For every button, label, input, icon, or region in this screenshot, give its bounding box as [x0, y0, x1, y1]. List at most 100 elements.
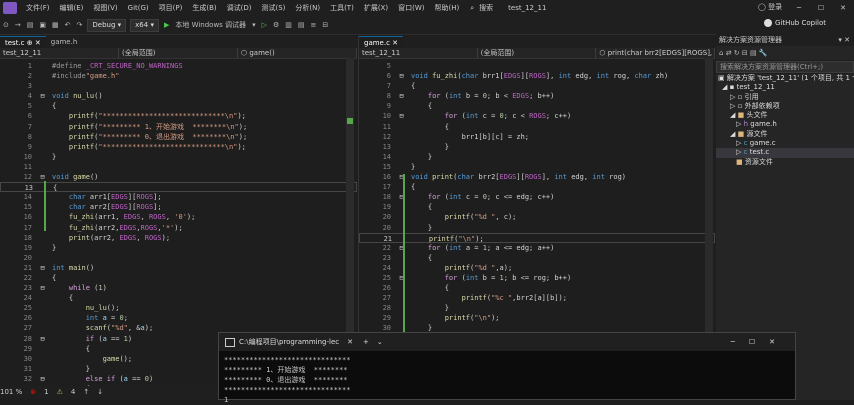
code-line: 26 int a = 0;	[23, 314, 128, 323]
scope-dropdown[interactable]: (全局范围)	[119, 48, 238, 58]
tree-item-source-files[interactable]: ◢ ■ 源文件	[716, 130, 854, 139]
platform-dropdown[interactable]: x64 ▾	[130, 18, 159, 32]
new-file-icon[interactable]: ▤	[24, 21, 37, 29]
config-dropdown[interactable]: Debug ▾	[87, 18, 127, 32]
menu-edit[interactable]: 编辑(E)	[55, 3, 89, 13]
tree-item-project[interactable]: ◢ ▪ test_12_11	[716, 83, 854, 92]
left-vertical-scrollbar[interactable]	[346, 58, 354, 378]
header-file-icon: h	[743, 120, 749, 129]
error-count[interactable]: 1	[44, 388, 48, 396]
nav-up-icon[interactable]: ↑	[83, 388, 89, 396]
save-icon[interactable]: ▣	[36, 21, 49, 29]
console-window-controls[interactable]: ─☐✕	[731, 338, 789, 346]
menu-help[interactable]: 帮助(H)	[429, 3, 464, 13]
code-line: 17 fu_zhi(arr2,EDGS,ROGS,'*');	[23, 223, 183, 232]
undo-icon[interactable]: ↶	[62, 21, 74, 29]
tree-item-external-deps[interactable]: ▷ ▫ 外部依赖项	[716, 102, 854, 111]
toolbar-icon-5[interactable]: ⊟	[319, 21, 331, 29]
zoom-level[interactable]: 101 %	[0, 388, 22, 396]
panel-options-icon[interactable]: ▾ ✕	[838, 34, 850, 46]
warning-count[interactable]: 4	[71, 388, 75, 396]
github-copilot-button[interactable]: GitHub Copilot	[763, 19, 826, 27]
play-icon[interactable]: ▶	[161, 21, 172, 29]
solution-icon: ▣	[718, 74, 725, 82]
search-label[interactable]: 搜索	[474, 3, 498, 13]
tab-label: game.h	[50, 38, 78, 46]
show-all-icon[interactable]: ▤	[750, 49, 757, 57]
tree-item-references[interactable]: ▷ ▫ 引用	[716, 93, 854, 102]
tree-label: 头文件	[746, 111, 768, 120]
home-icon[interactable]: ⌂	[719, 49, 723, 57]
menu-extensions[interactable]: 扩展(X)	[359, 3, 393, 13]
minimize-icon[interactable]: ─	[788, 0, 810, 16]
tree-item-game-c[interactable]: ▷ c game.c	[716, 139, 854, 148]
c-file-icon: c	[743, 139, 748, 148]
menu-test[interactable]: 测试(S)	[256, 3, 290, 13]
pin-icon[interactable]: ⊕	[27, 39, 33, 47]
menu-project[interactable]: 项目(P)	[154, 3, 188, 13]
code-line: 5	[386, 62, 391, 70]
visual-studio-logo-icon	[3, 2, 17, 14]
solution-search-box[interactable]: 搜索解决方案资源管理器(Ctrl+;)	[716, 61, 854, 73]
menu-tools[interactable]: 工具(T)	[325, 3, 359, 13]
menu-window[interactable]: 窗口(W)	[393, 3, 429, 13]
tree-item-solution[interactable]: ▣ 解决方案 'test_12_11' (1 个项目, 共 1 个)	[716, 74, 854, 83]
save-all-icon[interactable]: ▦	[49, 21, 62, 29]
login-area[interactable]: ◯ 登录	[758, 2, 782, 12]
back-icon[interactable]: ⊙	[0, 21, 12, 29]
menu-build[interactable]: 生成(B)	[187, 3, 221, 13]
toolbar-icon-2[interactable]: ▥	[282, 21, 295, 29]
project-dropdown[interactable]: test_12_11	[359, 48, 478, 58]
tree-item-test-c[interactable]: ▷ c test.c	[716, 148, 854, 158]
console-window[interactable]: C:\编程项目\programming-lec ✕ + ⌄ ─☐✕ ******…	[218, 332, 796, 404]
forward-icon[interactable]: →	[12, 21, 24, 29]
tree-item-resource-files[interactable]: ■ 资源文件	[716, 158, 854, 167]
code-line: 17{	[382, 183, 416, 192]
menu-analyze[interactable]: 分析(N)	[290, 3, 325, 13]
collapse-icon[interactable]: ⊟	[742, 49, 748, 57]
code-line: 29 printf("\n");	[382, 314, 500, 323]
run-dropdown-icon[interactable]: ▾	[249, 21, 259, 29]
folder-icon: ■	[736, 157, 743, 166]
close-icon[interactable]: ✕	[832, 0, 854, 16]
refresh-icon[interactable]: ↻	[734, 49, 740, 57]
code-line: 22 ⊟ for (int a = 1; a <= edg; a++)	[382, 243, 555, 252]
tree-label: game.h	[750, 120, 777, 129]
close-tab-icon[interactable]: ✕	[392, 39, 398, 47]
maximize-icon[interactable]: ☐	[810, 0, 832, 16]
nav-down-icon[interactable]: ↓	[97, 388, 103, 396]
console-output: ****************************** *********…	[219, 351, 795, 405]
code-line: 24 printf("%d ",a);	[382, 263, 513, 272]
project-icon: ▪	[729, 83, 735, 92]
menu-debug[interactable]: 调试(D)	[222, 3, 257, 13]
tab-game-h[interactable]: game.h	[46, 36, 83, 48]
tree-item-header-files[interactable]: ◢ ■ 头文件	[716, 111, 854, 120]
project-dropdown[interactable]: test_12_11	[0, 48, 119, 58]
close-tab-icon[interactable]: ✕	[35, 39, 41, 47]
tab-game-c[interactable]: game.c ✕	[359, 36, 404, 48]
toolbar-icon-4[interactable]: ≡	[308, 21, 320, 29]
user-icon: ◯	[758, 3, 766, 11]
toolbar-icon-3[interactable]: ▤	[295, 21, 308, 29]
code-line: 19 {	[382, 203, 433, 212]
function-dropdown[interactable]: ⬡ game()	[238, 48, 357, 58]
toolbar-icon-1[interactable]: ⚙	[270, 21, 282, 29]
menu-view[interactable]: 视图(V)	[88, 3, 122, 13]
menu-file[interactable]: 文件(F)	[21, 3, 55, 13]
new-tab-icon[interactable]: +	[363, 338, 369, 346]
run-debugger-button[interactable]: 本地 Windows 调试器	[172, 20, 249, 30]
redo-icon[interactable]: ↷	[74, 21, 86, 29]
tab-test-c[interactable]: test.c ⊕ ✕	[0, 36, 46, 48]
error-icon: ⊗	[30, 388, 37, 396]
right-code-area[interactable]: 5 6 ⊟ void fu_zhi(char brr1[EDGS][ROGS], …	[359, 59, 715, 334]
menu-git[interactable]: Git(G)	[123, 4, 154, 12]
tree-item-game-h[interactable]: ▷ h game.h	[716, 120, 854, 129]
chevron-down-icon[interactable]: ⌄	[377, 338, 383, 346]
properties-icon[interactable]: 🔧	[759, 49, 768, 57]
scope-dropdown[interactable]: (全局范围)	[478, 48, 597, 58]
switch-view-icon[interactable]: ⇄	[726, 49, 732, 57]
function-dropdown[interactable]: ⬡ print(char brr2[EDGS][ROGS], int e	[596, 48, 716, 58]
code-line: 16 ⊟ void print(char brr2[EDGS][ROGS], in…	[382, 173, 627, 182]
run-without-debug-icon[interactable]: ▷	[259, 21, 270, 29]
close-tab-icon[interactable]: ✕	[347, 338, 353, 346]
